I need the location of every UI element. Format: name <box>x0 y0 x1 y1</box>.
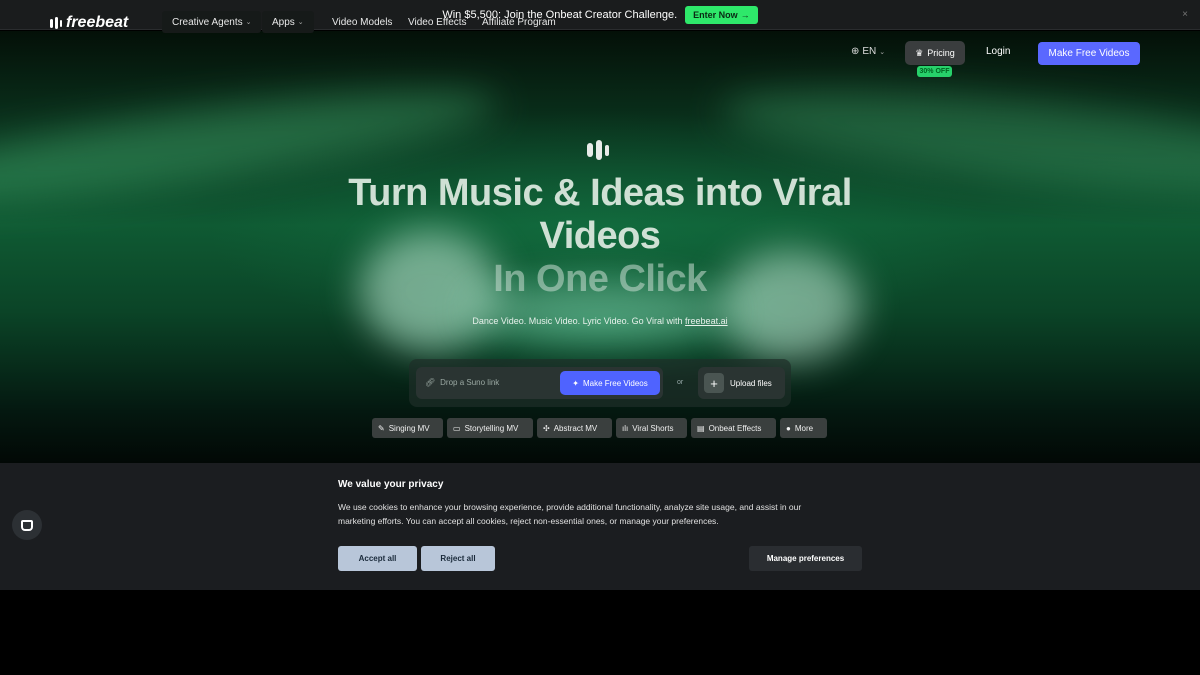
nav-label: Affiliate Program <box>482 16 556 28</box>
chip-label: Singing MV <box>388 423 430 433</box>
nav-affiliate-program[interactable]: Affiliate Program <box>482 11 556 33</box>
chevron-down-icon: ⌄ <box>879 48 886 56</box>
arrow-right-icon: → <box>740 9 750 20</box>
link-icon: 🔗︎ <box>425 378 436 387</box>
chip-abstract-mv[interactable]: ✣ Abstract MV <box>537 418 612 438</box>
headline-line-2: Videos <box>539 215 661 257</box>
hero-logo-icon <box>587 140 609 160</box>
promo-text: Win $5,500: Join the Onbeat Creator Chal… <box>442 8 678 21</box>
sparkle-icon: ✦ <box>572 378 579 388</box>
film-icon: ▤ <box>697 423 705 433</box>
chat-launcher-button[interactable] <box>12 510 42 540</box>
chip-label: Storytelling MV <box>464 423 519 433</box>
language-selector[interactable]: ⊕ EN ⌄ <box>851 46 885 57</box>
chip-onbeat-effects[interactable]: ▤ Onbeat Effects <box>691 418 776 438</box>
discount-badge: 30% OFF <box>917 66 952 77</box>
manage-preferences-button[interactable]: Manage preferences <box>749 546 862 571</box>
freebeat-logo[interactable]: freebeat <box>50 14 128 32</box>
chip-more[interactable]: ● More <box>780 418 827 438</box>
language-label: EN <box>862 46 877 57</box>
nav-creative-agents[interactable]: Creative Agents ⌄ <box>162 11 262 33</box>
make-free-videos-button[interactable]: Make Free Videos <box>1038 42 1140 65</box>
nav-label: Video Effects <box>408 16 467 28</box>
upload-label: Upload files <box>730 378 772 388</box>
chip-label: Onbeat Effects <box>708 423 762 433</box>
enter-now-button[interactable]: Enter Now → <box>685 5 758 24</box>
cookie-title: We value your privacy <box>338 479 444 490</box>
hero-subline: Dance Video. Music Video. Lyric Video. G… <box>300 316 900 326</box>
freebeat-link[interactable]: freebeat.ai <box>685 316 728 326</box>
headline-line-3: In One Click <box>493 258 707 300</box>
generate-label: Make Free Videos <box>582 378 648 388</box>
sparkle-icon: ✣ <box>543 423 550 433</box>
or-separator: or <box>677 379 684 386</box>
video-icon: ▭ <box>453 423 461 433</box>
placeholder-text: Drop a Suno link <box>440 378 500 387</box>
nav-video-effects[interactable]: Video Effects <box>408 11 467 33</box>
logo-mark-icon <box>50 17 62 29</box>
reject-all-button[interactable]: Reject all <box>421 546 495 571</box>
chip-viral-shorts[interactable]: ılı Viral Shorts <box>616 418 687 438</box>
nav-label: Creative Agents <box>172 16 243 28</box>
globe-icon: ⊕ <box>851 46 860 57</box>
nav-apps[interactable]: Apps ⌄ <box>262 11 314 33</box>
nav-label: Video Models <box>332 16 393 28</box>
close-icon[interactable]: × <box>1182 9 1188 20</box>
login-link[interactable]: Login <box>986 46 1010 57</box>
chip-singing-mv[interactable]: ✎ Singing MV <box>372 418 443 438</box>
chat-icon <box>21 519 33 531</box>
mic-icon: ✎ <box>378 423 385 433</box>
hero-headline: Turn Music & Ideas into Viral Videos In … <box>300 172 900 301</box>
generate-video-button[interactable]: ✦ Make Free Videos <box>560 371 660 395</box>
cookie-body: We use cookies to enhance your browsing … <box>338 502 802 526</box>
subline-text: Dance Video. Music Video. Lyric Video. G… <box>472 316 683 326</box>
accept-all-button[interactable]: Accept all <box>338 546 417 571</box>
pricing-button[interactable]: ♛ Pricing <box>905 41 965 65</box>
headline-line-1: Turn Music & Ideas into Viral <box>348 172 852 214</box>
suno-link-placeholder: 🔗︎ Drop a Suno link <box>425 378 499 387</box>
logo-text: freebeat <box>66 14 129 31</box>
nav-video-models[interactable]: Video Models <box>332 11 392 33</box>
chip-label: Viral Shorts <box>632 423 674 433</box>
upload-files-button[interactable]: + Upload files <box>698 367 785 399</box>
chevron-down-icon: ⌄ <box>297 19 304 26</box>
chip-label: More <box>794 423 814 433</box>
enter-now-label: Enter Now <box>693 9 738 20</box>
chevron-down-icon: ⌄ <box>245 19 252 26</box>
more-icon: ● <box>786 423 791 433</box>
plus-icon: + <box>704 373 724 393</box>
bars-icon: ılı <box>622 423 629 433</box>
nav-label: Apps <box>272 16 295 28</box>
crown-icon: ♛ <box>915 47 924 58</box>
chip-label: Abstract MV <box>553 423 598 433</box>
chip-storytelling-mv[interactable]: ▭ Storytelling MV <box>447 418 533 438</box>
pricing-label: Pricing <box>927 48 955 58</box>
